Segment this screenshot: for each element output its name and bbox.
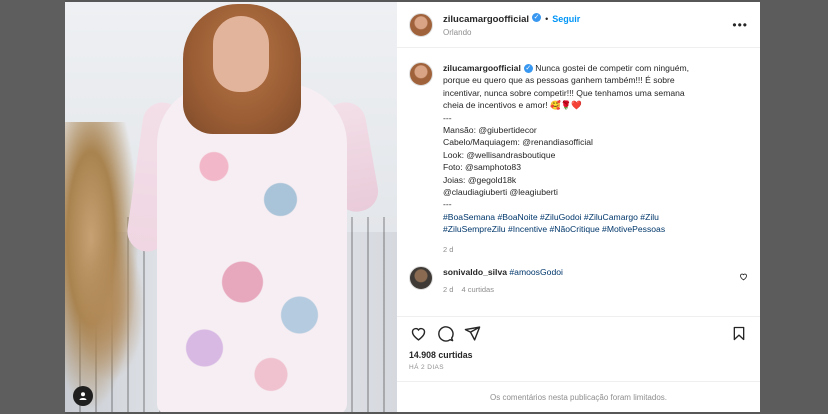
caption-line: incentivar, nunca sobre competir!!! Que … (443, 87, 685, 98)
comment-time: 2 d (443, 284, 454, 294)
avatar[interactable] (409, 62, 433, 86)
comment-icon[interactable] (436, 325, 454, 343)
verified-icon: ✓ (532, 12, 542, 22)
likes-count[interactable]: 14.908 curtidas (397, 350, 760, 360)
heart-icon[interactable] (409, 325, 427, 343)
post-modal: zilucamargoofficial ✓ • Seguir Orlando ••• … (65, 2, 760, 412)
avatar[interactable] (409, 12, 433, 37)
caption-line-0: zilucamargoofficial ✓ Nunca gostei de com… (443, 63, 690, 74)
follow-button[interactable]: Seguir (552, 14, 580, 24)
post-side-panel: zilucamargoofficial ✓ • Seguir Orlando ••• … (397, 2, 760, 412)
credit-line: --- (443, 112, 452, 123)
commenter-username[interactable]: sonivaldo_silva (443, 267, 507, 277)
username-link[interactable]: zilucamargoofficial (443, 14, 529, 25)
posted-ago: HÁ 2 DIAS (409, 364, 445, 371)
caption-username[interactable]: zilucamargoofficial (443, 63, 521, 73)
hashtags-line[interactable]: #ZiluSempreZilu #Incentive #NãoCritique … (443, 223, 689, 235)
credit-line: Mansão: @giubertidecor (443, 125, 537, 136)
verified-icon: ✓ (523, 64, 533, 74)
share-icon[interactable] (463, 325, 481, 343)
caption-time: 2 d (443, 244, 454, 254)
commenter-avatar[interactable] (409, 266, 433, 291)
bookmark-icon[interactable] (730, 325, 748, 343)
caption-line: cheia de incentivos e amor! 🥰🌹❤️ (443, 100, 583, 111)
location-link[interactable]: Orlando (443, 26, 580, 39)
credit-line: --- (443, 199, 452, 210)
comment-likes[interactable]: 4 curtidas (461, 285, 494, 294)
post-header: zilucamargoofficial ✓ • Seguir Orlando ••• (397, 2, 760, 48)
backdrop-right (760, 0, 828, 414)
comment-heart-icon[interactable] (739, 272, 748, 283)
comments-limited-notice: Os comentários nesta publicação foram li… (397, 381, 760, 412)
more-icon[interactable]: ••• (732, 18, 748, 32)
caption: zilucamargoofficial ✓ Nunca gostei de com… (409, 62, 748, 256)
credit-line: @claudiagiuberti @leagiuberti (443, 187, 558, 198)
post-photo[interactable] (65, 2, 397, 412)
comment-text[interactable]: #amoosGodoi (509, 267, 563, 277)
backdrop-left (0, 0, 65, 414)
hashtags-line[interactable]: #BoaSemana #BoaNoite #ZiluGodoi #ZiluCam… (443, 211, 689, 223)
credit-line: Joias: @gegold18k (443, 174, 517, 185)
credit-line: Look: @wellisandrasboutique (443, 149, 556, 160)
credit-line: Cabelo/Maquiagem: @renandiasofficial (443, 137, 593, 148)
user-tag-icon[interactable] (73, 386, 93, 406)
action-bar (397, 316, 760, 350)
comments-area[interactable]: zilucamargoofficial ✓ Nunca gostei de com… (397, 48, 760, 316)
credit-line: Foto: @samphoto83 (443, 162, 521, 173)
comment-item: sonivaldo_silva #amoosGodoi 2 d 4 curtida… (409, 266, 748, 296)
caption-line: porque eu quero que as pessoas ganhem ta… (443, 75, 675, 86)
